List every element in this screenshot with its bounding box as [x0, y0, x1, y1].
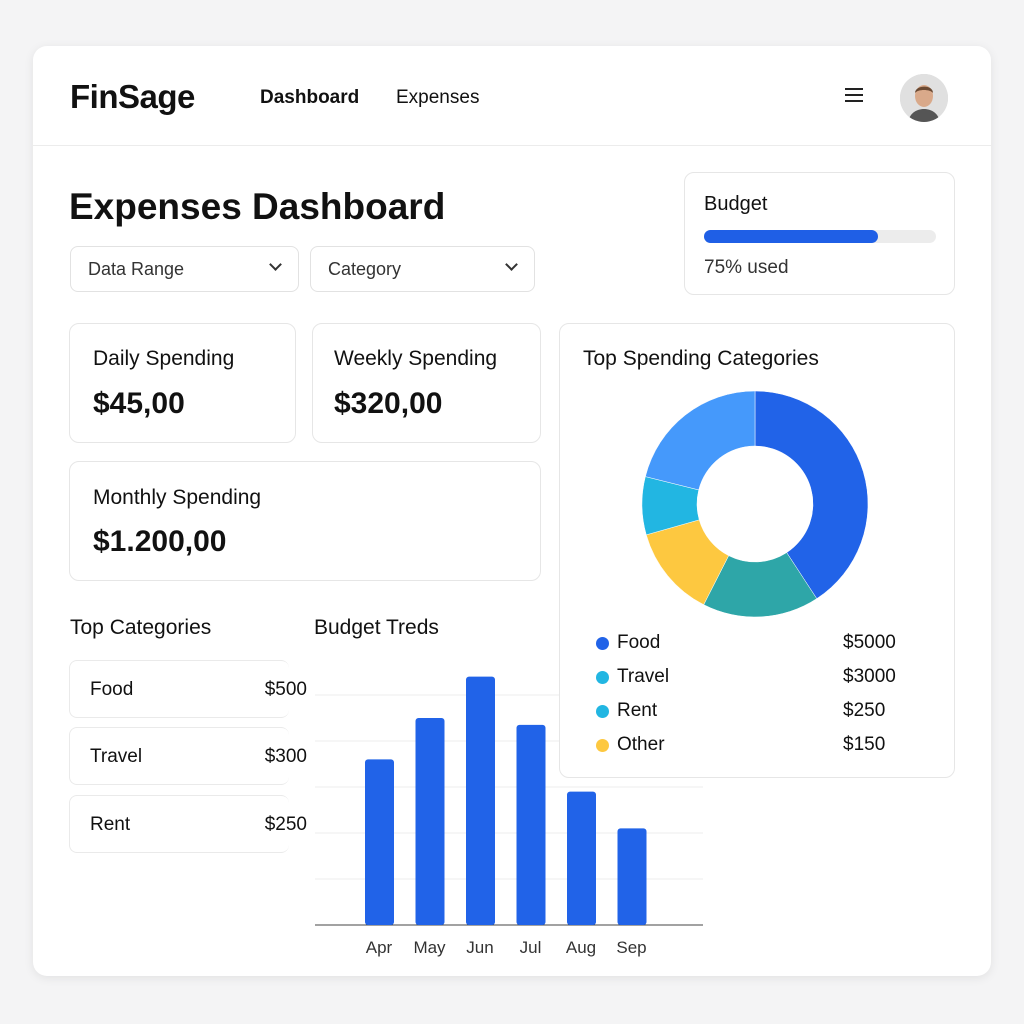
stat-value: $1.200,00	[93, 525, 227, 558]
stat-label: Monthly Spending	[93, 486, 262, 509]
category-amount: $300	[264, 746, 307, 767]
avatar[interactable]	[900, 74, 948, 122]
budget-card: Budget 75% used	[684, 172, 955, 295]
top-categories-title: Top Categories	[70, 616, 212, 639]
x-tick-label: Apr	[366, 938, 393, 957]
donut-chart	[641, 390, 869, 618]
category-row[interactable]: Travel $300	[69, 727, 307, 785]
category-name: Food	[90, 679, 134, 700]
header: FinSage Dashboard Expenses	[33, 46, 991, 146]
stat-label: Weekly Spending	[334, 347, 498, 370]
select-label: Data Range	[88, 259, 185, 279]
category-name: Rent	[90, 814, 131, 835]
logo[interactable]: FinSage	[70, 78, 195, 116]
nav-expenses[interactable]: Expenses	[396, 87, 479, 109]
bar-chart-title: Budget Treds	[314, 616, 439, 639]
legend-label: Food	[617, 632, 661, 653]
budget-progress	[704, 230, 936, 243]
x-tick-label: May	[413, 938, 446, 957]
stat-label: Daily Spending	[93, 347, 235, 370]
category-amount: $250	[264, 814, 307, 835]
bar-aug	[567, 791, 596, 925]
hamburger-icon[interactable]	[845, 88, 863, 102]
bar-sep	[617, 828, 647, 925]
page-title: Expenses Dashboard	[69, 186, 446, 227]
chevron-down-icon	[505, 258, 518, 271]
category-row[interactable]: Rent $250	[69, 795, 307, 853]
x-tick-label: Jul	[520, 938, 542, 957]
x-tick-label: Aug	[566, 938, 596, 957]
select-label: Category	[328, 259, 402, 279]
legend-dot-icon	[596, 671, 609, 684]
legend-label: Other	[617, 734, 665, 755]
bar-jul	[516, 724, 546, 925]
bar-may	[415, 718, 445, 925]
budget-label: Budget	[704, 193, 768, 215]
category-name: Travel	[90, 746, 143, 767]
legend-dot-icon	[596, 637, 609, 650]
legend-dot-icon	[596, 739, 609, 752]
legend-value: $5000	[843, 632, 896, 653]
legend-label: Rent	[617, 700, 658, 721]
legend-value: $150	[843, 734, 886, 755]
category-select[interactable]: Category	[310, 246, 535, 292]
legend-value: $3000	[843, 666, 896, 687]
bar-apr	[365, 759, 394, 925]
bar-jun	[466, 676, 495, 925]
category-row[interactable]: Food $500	[69, 660, 307, 718]
x-tick-label: Sep	[616, 938, 646, 957]
nav-dashboard[interactable]: Dashboard	[260, 87, 359, 109]
x-tick-label: Jun	[466, 938, 493, 957]
budget-progress-fill	[704, 230, 878, 243]
app-window: FinSage Dashboard Expenses Expenses Dash…	[33, 46, 991, 976]
budget-status: 75% used	[704, 257, 789, 278]
category-amount: $500	[264, 679, 307, 700]
donut-chart-title: Top Spending Categories	[583, 347, 819, 370]
data-range-select[interactable]: Data Range	[70, 246, 299, 292]
donut-slice	[645, 390, 756, 491]
monthly-spending-card: Monthly Spending $1.200,00	[69, 461, 541, 581]
top-spending-card: Top Spending Categories Food $5000 Travel $…	[559, 323, 955, 778]
stat-value: $320,00	[334, 387, 443, 420]
legend-dot-icon	[596, 705, 609, 718]
legend-label: Travel	[617, 666, 670, 687]
weekly-spending-card: Weekly Spending $320,00	[312, 323, 541, 443]
chevron-down-icon	[269, 258, 282, 271]
daily-spending-card: Daily Spending $45,00	[69, 323, 296, 443]
legend-value: $250	[843, 700, 886, 721]
stat-value: $45,00	[93, 387, 185, 420]
